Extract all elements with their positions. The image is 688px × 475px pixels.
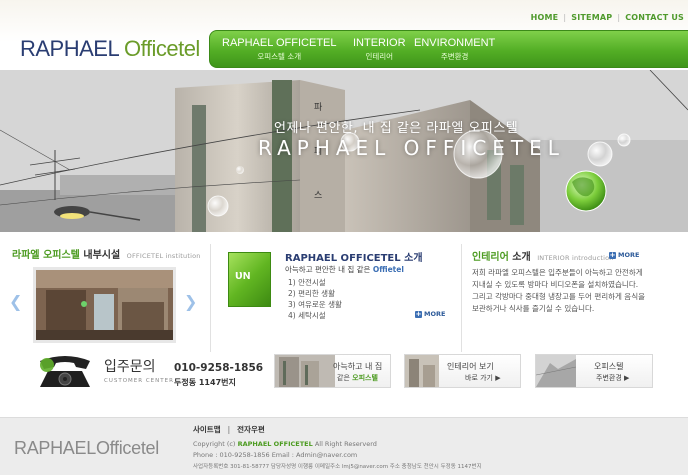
contact-phone: 010-9258-1856 xyxy=(174,362,264,374)
more-label: MORE xyxy=(618,251,640,259)
banner-line1: 아늑하고 내 집 xyxy=(333,362,383,371)
nav-item-label-ko: 인테리어 xyxy=(365,52,394,61)
interior-text-line: 보관하거나 식사를 즐기실 수 있습니다. xyxy=(472,304,595,313)
interior-text-line: 지내실 수 있도록 방마다 비디오폰을 설치하였습니다. xyxy=(472,280,639,289)
separator: | xyxy=(227,425,231,434)
facility-photo[interactable] xyxy=(33,267,176,343)
footer-copyright: Copyright (c) RAPHAEL OFFICETEL All Righ… xyxy=(193,440,377,448)
contact-title: 입주문의 xyxy=(104,359,156,375)
hero-title: RAPHAEL OFFICETEL xyxy=(258,136,565,160)
logo-part1: RAPHAEL xyxy=(20,36,119,61)
banner-line2: 바로 가기 ▶ xyxy=(465,373,501,383)
interior-description: 저희 라파엘 오피스텔은 입주분들이 아늑하고 안전하게 지내실 수 있도록 방… xyxy=(472,267,682,315)
banner-line2-text: 같은 xyxy=(337,374,350,382)
sign-char: 스 xyxy=(314,191,323,201)
logo-part2: Officetel xyxy=(124,36,200,61)
package-mark: ᴜɴ xyxy=(235,267,251,282)
interior-subtitle: INTERIOR introduction xyxy=(537,254,614,262)
footer-business-info: 사업자등록번호 301-81-58777 담당자성명 이행릉 이메일주소 lmj… xyxy=(193,464,482,470)
banner-environment-image xyxy=(536,355,576,387)
facility-title-green: 라파엘 오피스텔 xyxy=(12,250,80,261)
list-item[interactable]: 1) 안전시설 xyxy=(288,277,342,288)
nav-item-label-en: ENVIRONMENT xyxy=(414,37,496,49)
contact-address: 두정동 1147번지 xyxy=(174,378,236,387)
office-title-text: RAPHAEL OFFICETEL 소개 xyxy=(285,253,423,264)
banner-line1: 오피스텔 xyxy=(594,362,624,371)
nav-item-label-en: RAPHAEL OFFICETEL xyxy=(222,37,337,49)
footer: RAPHAELOfficetel 사이트맵 | 전자우편 Copyright (c)… xyxy=(0,417,688,475)
sitemap-link[interactable]: SITEMAP xyxy=(571,13,612,22)
banner-interior-image xyxy=(405,355,439,387)
content-area: 라파엘 오피스텔 내부시설 OFFICETEL institution ❮ ❯ … xyxy=(0,232,688,417)
nav-item-environment[interactable]: ENVIRONMENT 주변환경 xyxy=(414,37,495,62)
divider xyxy=(461,244,462,352)
banner-line2-highlight: 오피스텔 xyxy=(352,374,378,382)
contact-block: 입주문의 CUSTOMER CENTER 010-9258-1856 두정동 1… xyxy=(36,350,263,392)
office-subtitle: 아늑하고 편안한 내 집 같은 Offietel xyxy=(285,264,404,275)
footer-contact: Phone : 010-9258-1856 Email : Admin@nave… xyxy=(193,451,358,459)
contact-us-link[interactable]: CONTACT US xyxy=(625,13,684,22)
main-nav: RAPHAEL OFFICETEL 오피스텔 소개 INTERIOR 인테리어 … xyxy=(209,30,688,68)
copyright-prefix: Copyright (c) xyxy=(193,440,236,448)
contact-subtitle: CUSTOMER CENTER xyxy=(104,378,174,384)
separator: | xyxy=(617,13,621,22)
interior-more-button[interactable]: + MORE xyxy=(609,251,639,259)
facility-title: 라파엘 오피스텔 내부시설 OFFICETEL institution xyxy=(12,246,201,261)
banner-line2-text: 주변환경 ▶ xyxy=(596,374,630,382)
top-links: HOME | SITEMAP | CONTACT US xyxy=(531,13,684,22)
header: HOME | SITEMAP | CONTACT US RAPHAEL Officete… xyxy=(0,0,688,70)
telephone-icon xyxy=(40,356,90,387)
interior-title: 인테리어 소개 INTERIOR introduction xyxy=(472,248,614,263)
banner-officetel[interactable]: 아늑하고 내 집 같은 오피스텔 xyxy=(274,354,391,388)
nav-item-officetel[interactable]: RAPHAEL OFFICETEL 오피스텔 소개 xyxy=(222,37,337,62)
hero-banner: 파 피 스 언제나 편안한, 내 집 같은 라파엘 오피스텔 RAPHAEL O… xyxy=(0,70,688,232)
banner-line1: 인테리어 보기 xyxy=(447,362,494,371)
footer-logo-part1: RAPHAEL xyxy=(14,438,96,458)
facility-subtitle: OFFICETEL institution xyxy=(126,252,201,260)
list-item[interactable]: 4) 세탁시설 xyxy=(288,310,342,321)
office-title: RAPHAEL OFFICETEL 소개 xyxy=(285,249,423,264)
nav-item-label-en: INTERIOR xyxy=(353,37,406,49)
banner-interior[interactable]: 인테리어 보기 바로 가기 ▶ xyxy=(404,354,521,388)
plus-icon: + xyxy=(415,310,422,318)
next-arrow-icon[interactable]: ❯ xyxy=(184,292,197,311)
list-item[interactable]: 2) 편리한 생활 xyxy=(288,288,342,299)
interior-text-line: 그리고 각방마다 중대형 냉장고를 두어 편리하게 음식을 xyxy=(472,292,646,301)
hero-tagline: 언제나 편안한, 내 집 같은 라파엘 오피스텔 xyxy=(274,121,519,136)
footer-links: 사이트맵 | 전자우편 xyxy=(193,424,265,435)
copyright-suffix: All Right Reserverd xyxy=(314,440,377,448)
home-link[interactable]: HOME xyxy=(531,13,559,22)
office-feature-list: 1) 안전시설 2) 편리한 생활 3) 여유로운 생활 4) 세탁시설 xyxy=(288,277,342,321)
separator: | xyxy=(563,13,567,22)
banner-line2: 같은 오피스텔 xyxy=(337,373,378,383)
footer-logo-part2: Officetel xyxy=(95,438,159,458)
prev-arrow-icon[interactable]: ❮ xyxy=(9,292,22,311)
interior-text-line: 저희 라파엘 오피스텔은 입주분들이 아늑하고 안전하게 xyxy=(472,268,643,277)
office-more-button[interactable]: + MORE xyxy=(415,310,445,318)
copyright-brand: RAPHAEL OFFICETEL xyxy=(237,440,313,448)
office-subtitle-highlight: Offietel xyxy=(372,265,404,274)
banner-environment[interactable]: 오피스텔 주변환경 ▶ xyxy=(535,354,653,388)
banner-line2: 주변환경 ▶ xyxy=(596,373,629,383)
interior-title-green: 인테리어 xyxy=(472,252,509,263)
site-logo[interactable]: RAPHAEL Officetel xyxy=(20,36,200,62)
divider xyxy=(210,244,211,352)
facility-title-dark: 내부시설 xyxy=(83,250,121,261)
list-item[interactable]: 3) 여유로운 생활 xyxy=(288,299,342,310)
footer-email-link[interactable]: 전자우편 xyxy=(237,425,265,434)
nav-item-label-ko: 주변환경 xyxy=(440,52,469,61)
nav-item-label-ko: 오피스텔 소개 xyxy=(257,52,302,61)
footer-sitemap-link[interactable]: 사이트맵 xyxy=(193,425,221,434)
officetel-package-image[interactable]: ᴜɴ xyxy=(228,252,271,307)
nav-item-interior[interactable]: INTERIOR 인테리어 xyxy=(353,37,406,62)
more-label: MORE xyxy=(424,310,446,318)
facility-photo-image xyxy=(36,270,173,340)
banner-building-image xyxy=(275,355,335,387)
office-subtitle-text: 아늑하고 편안한 내 집 같은 xyxy=(285,265,371,274)
interior-title-dark: 소개 xyxy=(512,252,531,263)
footer-logo: RAPHAELOfficetel xyxy=(14,438,159,459)
banner-line2-text: 바로 가기 ▶ xyxy=(465,374,501,382)
plus-icon: + xyxy=(609,251,616,259)
